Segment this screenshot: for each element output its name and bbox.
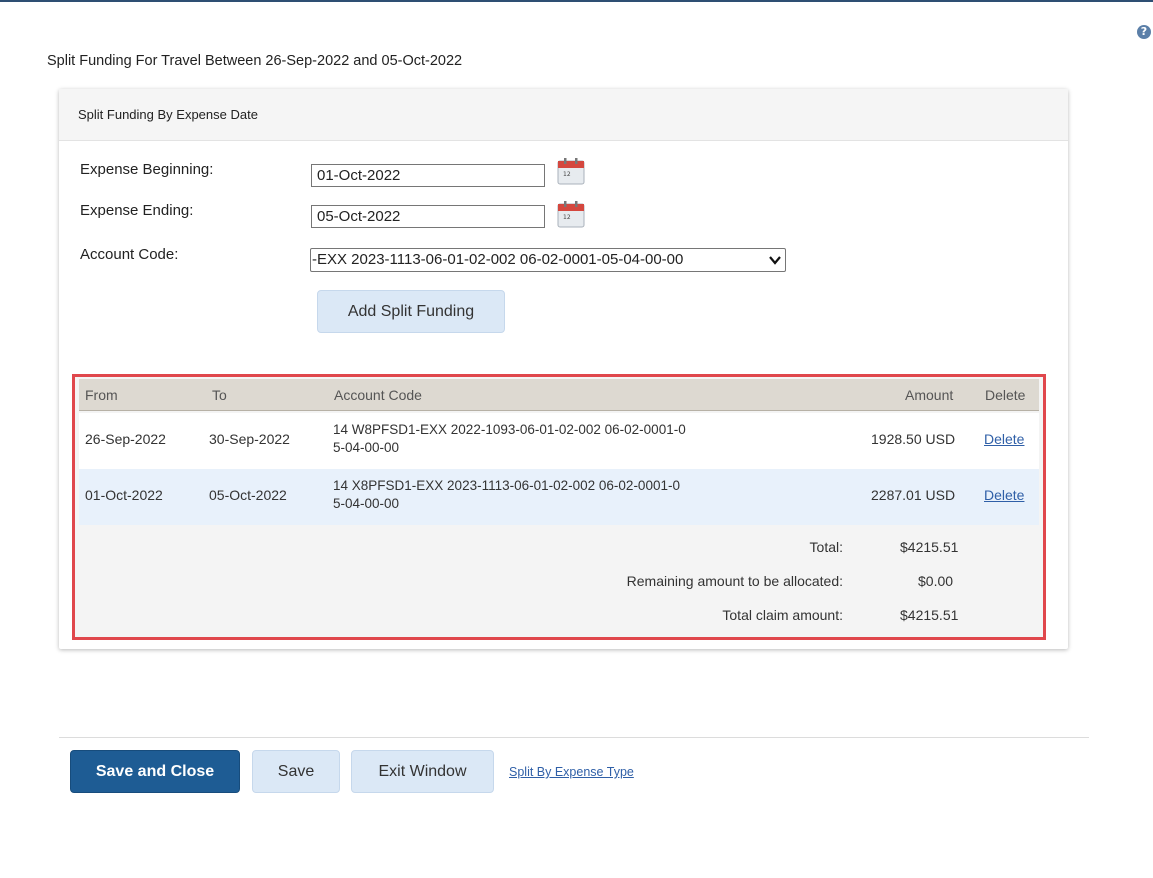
row-account-code: 14 X8PFSD1-EXX 2023-1113-06-01-02-002 06… <box>333 477 803 513</box>
top-rule <box>0 0 1153 2</box>
total-label: Total: <box>809 539 843 555</box>
total-claim-value: $4215.51 <box>900 607 959 623</box>
table-row: 01-Oct-2022 05-Oct-2022 14 X8PFSD1-EXX 2… <box>79 469 1039 525</box>
save-button[interactable]: Save <box>252 750 340 793</box>
panel-header: Split Funding By Expense Date <box>59 89 1068 141</box>
table-row: 26-Sep-2022 30-Sep-2022 14 W8PFSD1-EXX 2… <box>79 413 1039 469</box>
expense-ending-input[interactable] <box>311 205 545 228</box>
row-account-code-line2: 5-04-00-00 <box>333 440 400 455</box>
split-funding-panel: Split Funding By Expense Date Expense Be… <box>59 89 1068 649</box>
row-account-code-line1: 14 X8PFSD1-EXX 2023-1113-06-01-02-002 06… <box>333 478 680 493</box>
remaining-value: $0.00 <box>918 573 954 589</box>
row-from: 26-Sep-2022 <box>85 431 166 447</box>
split-funding-table: From To Account Code Amount Delete 26-Se… <box>72 374 1046 640</box>
header-to: To <box>212 387 227 403</box>
row-account-code: 14 W8PFSD1-EXX 2022-1093-06-01-02-002 06… <box>333 421 803 457</box>
row-to: 05-Oct-2022 <box>209 487 287 503</box>
header-delete: Delete <box>985 387 1026 403</box>
footer-divider <box>59 737 1089 738</box>
row-amount: 2287.01 USD <box>871 487 956 503</box>
svg-text:12: 12 <box>563 214 571 221</box>
chevron-down-icon <box>769 256 781 265</box>
total-value: $4215.51 <box>900 539 959 555</box>
expense-ending-label: Expense Ending: <box>80 202 194 219</box>
account-code-label: Account Code: <box>80 246 179 263</box>
save-and-close-button[interactable]: Save and Close <box>70 750 240 793</box>
row-from: 01-Oct-2022 <box>85 487 163 503</box>
split-by-expense-type-link[interactable]: Split By Expense Type <box>509 765 634 779</box>
row-delete-link[interactable]: Delete <box>984 487 1024 503</box>
svg-text:12: 12 <box>563 171 571 178</box>
table-header-row: From To Account Code Amount Delete <box>79 379 1039 411</box>
row-to: 30-Sep-2022 <box>209 431 290 447</box>
row-amount: 1928.50 USD <box>871 431 956 447</box>
account-code-selected-value: -EXX 2023-1113-06-01-02-002 06-02-0001-0… <box>312 251 684 268</box>
exit-window-button[interactable]: Exit Window <box>351 750 494 793</box>
header-amount: Amount <box>905 387 954 403</box>
row-account-code-line1: 14 W8PFSD1-EXX 2022-1093-06-01-02-002 06… <box>333 422 686 437</box>
total-claim-label: Total claim amount: <box>722 607 843 623</box>
account-code-select[interactable]: -EXX 2023-1113-06-01-02-002 06-02-0001-0… <box>310 248 786 272</box>
remaining-label: Remaining amount to be allocated: <box>626 573 843 589</box>
row-delete-link[interactable]: Delete <box>984 431 1024 447</box>
row-account-code-line2: 5-04-00-00 <box>333 496 400 511</box>
header-account-code: Account Code <box>334 387 422 403</box>
page-title: Split Funding For Travel Between 26-Sep-… <box>47 53 463 69</box>
calendar-icon[interactable]: 12 <box>556 156 586 186</box>
help-icon[interactable]: ? <box>1137 25 1151 39</box>
add-split-funding-button[interactable]: Add Split Funding <box>317 290 505 333</box>
expense-beginning-label: Expense Beginning: <box>80 161 214 178</box>
expense-beginning-input[interactable] <box>311 164 545 187</box>
header-from: From <box>85 387 118 403</box>
calendar-icon[interactable]: 12 <box>556 199 586 229</box>
